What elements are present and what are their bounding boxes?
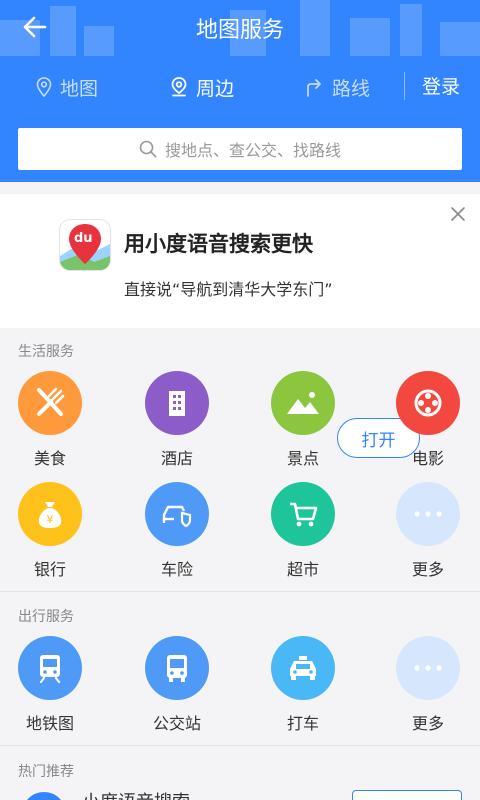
service-subway-label: 地铁图 — [25, 714, 74, 733]
travel-more-label: 更多 — [411, 714, 444, 733]
promo-subtext: 直接说“导航到清华大学东门” — [124, 280, 333, 299]
service-food[interactable]: 美食 — [0, 371, 100, 469]
travel-services-title: 出行服务 — [18, 609, 74, 625]
subway-icon — [18, 636, 82, 700]
service-food-label: 美食 — [33, 449, 66, 468]
tab-map[interactable]: 地图 — [36, 64, 98, 110]
tab-divider — [404, 72, 405, 100]
service-bus-stop[interactable]: 公交站 — [127, 636, 227, 734]
page-title: 地图服务 — [195, 18, 284, 43]
search-icon — [139, 140, 157, 158]
service-supermarket[interactable]: 超市 — [253, 482, 353, 580]
service-more-label: 更多 — [411, 560, 444, 579]
life-services-title: 生活服务 — [18, 344, 74, 360]
login-button[interactable]: 登录 — [422, 64, 460, 110]
app-icon-text: du — [74, 231, 93, 246]
service-hotel-label: 酒店 — [160, 449, 193, 468]
xiaodu-avatar-icon — [22, 792, 66, 800]
hot-item-title: 小度语音搜索 — [82, 788, 190, 800]
service-bus-stop-label: 公交站 — [152, 714, 201, 733]
service-bank[interactable]: ¥ 银行 — [0, 482, 100, 580]
taxi-icon — [271, 636, 335, 700]
title-bar: 地图服务 — [0, 0, 480, 54]
service-hotel[interactable]: 酒店 — [127, 371, 227, 469]
location-pin-icon — [36, 77, 52, 97]
mountain-icon — [271, 371, 335, 435]
service-car-insurance[interactable]: 车险 — [127, 482, 227, 580]
search-input[interactable]: 搜地点、查公交、找路线 — [18, 128, 462, 170]
close-promo-button[interactable] — [448, 204, 468, 224]
section-divider — [0, 745, 480, 746]
tab-nearby-label: 周边 — [196, 77, 235, 100]
hot-recommend-item[interactable]: 小度语音搜索 — [0, 788, 480, 800]
more-dots-icon — [396, 482, 460, 546]
service-movie-label: 电影 — [411, 449, 444, 468]
tab-nearby[interactable]: 周边 — [170, 64, 234, 110]
service-supermarket-label: 超市 — [286, 560, 319, 579]
service-scenic-label: 景点 — [286, 449, 319, 468]
tab-map-label: 地图 — [60, 77, 99, 100]
nearby-pin-icon — [171, 77, 187, 97]
hot-recommend-title: 热门推荐 — [18, 764, 74, 780]
xiaodu-app-icon: du — [60, 220, 110, 270]
voice-search-promo-card: du 用小度语音搜索更快 直接说“导航到清华大学东门” 打开 — [0, 194, 480, 458]
tab-bar: 地图 周边 路线 — [0, 64, 480, 110]
tab-route-label: 路线 — [332, 77, 371, 100]
svg-text:¥: ¥ — [47, 513, 54, 526]
section-divider — [0, 591, 480, 592]
car-shield-icon — [145, 482, 209, 546]
building-icon — [145, 371, 209, 435]
search-placeholder: 搜地点、查公交、找路线 — [164, 141, 341, 160]
service-scenic[interactable]: 景点 — [253, 371, 353, 469]
travel-more[interactable]: 更多 — [378, 636, 478, 734]
bus-icon — [145, 636, 209, 700]
film-reel-icon — [396, 371, 460, 435]
service-movie[interactable]: 电影 — [378, 371, 478, 469]
service-taxi[interactable]: 打车 — [253, 636, 353, 734]
service-taxi-label: 打车 — [286, 714, 319, 733]
fork-knife-icon — [18, 371, 82, 435]
service-car-insurance-label: 车险 — [160, 560, 193, 579]
tab-route[interactable]: 路线 — [304, 64, 370, 110]
promo-headline: 用小度语音搜索更快 — [124, 232, 313, 256]
service-subway[interactable]: 地铁图 — [0, 636, 100, 734]
money-bag-icon: ¥ — [18, 482, 82, 546]
header-bar: 地图服务 地图 周边 路线 登录 搜地点、查公交、找路线 — [0, 0, 480, 182]
shopping-cart-icon — [271, 482, 335, 546]
hot-item-action-button[interactable] — [352, 790, 462, 800]
more-dots-icon — [396, 636, 460, 700]
service-more[interactable]: 更多 — [378, 482, 478, 580]
close-icon — [451, 207, 465, 221]
service-bank-label: 银行 — [33, 560, 66, 579]
route-arrow-icon — [307, 79, 321, 97]
